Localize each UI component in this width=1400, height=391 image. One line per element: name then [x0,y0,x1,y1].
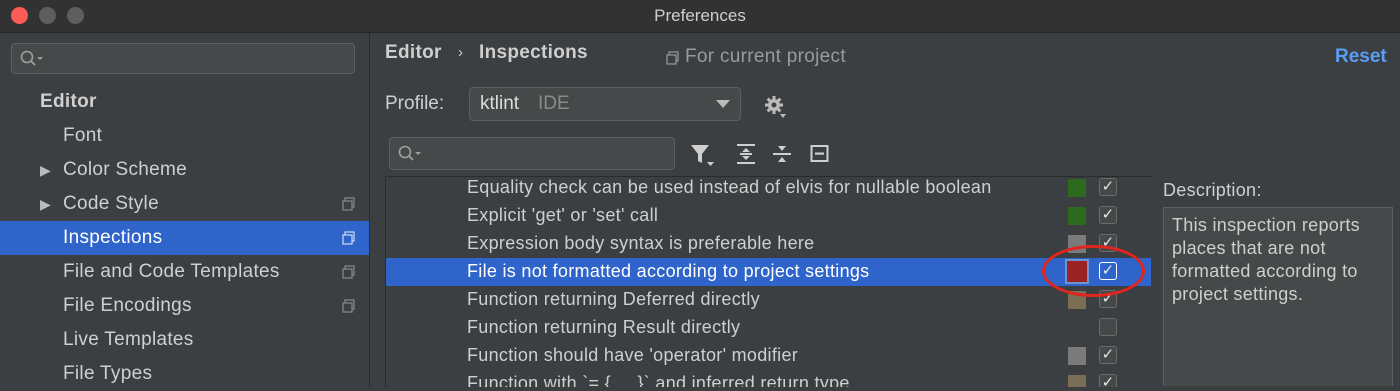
description-text: This inspection reports places that are … [1172,215,1360,304]
description-panel: This inspection reports places that are … [1163,207,1393,386]
project-scope-icon [342,231,355,245]
inspection-label: Function returning Deferred directly [467,289,760,309]
breadcrumb-current: Inspections [479,42,588,63]
inspection-label: Explicit 'get' or 'set' call [467,205,659,225]
inspection-label: Expression body syntax is preferable her… [467,233,815,253]
expand-arrow-icon[interactable]: ▶ [40,153,51,187]
breadcrumb-separator: › [458,44,463,61]
inspection-row[interactable]: Function returning Result directly [386,314,1151,342]
annotation-circle [1042,245,1145,297]
search-icon [398,145,421,161]
inspection-label: Function should have 'operator' modifier [467,345,799,365]
title-bar: Preferences [0,0,1400,33]
sidebar-item-live-templates[interactable]: Live Templates [0,323,369,357]
search-icon [20,50,43,66]
project-scope-icon [666,51,679,65]
breadcrumb-root[interactable]: Editor [385,42,442,64]
collapse-all-icon[interactable] [772,144,792,166]
sidebar-item-inspections[interactable]: Inspections [0,221,369,255]
inspection-row[interactable]: Function should have 'operator' modifier… [386,342,1151,370]
reset-to-empty-icon[interactable] [810,144,830,166]
settings-search-input[interactable] [11,43,355,74]
sidebar-item-label: Font [63,125,103,146]
sidebar-item-code-style[interactable]: ▶ Code Style [0,187,369,221]
sidebar-item-label: Color Scheme [63,159,187,180]
inspection-enabled-checkbox[interactable] [1099,318,1117,336]
inspection-search-input[interactable] [389,137,675,170]
profile-value: ktlint [480,93,520,114]
inspection-tree[interactable]: Equality check can be used instead of el… [385,176,1151,387]
sidebar-item-label: Code Style [63,193,159,214]
sidebar-section-label: Editor [40,91,97,112]
inspection-label: Function with `= { ... }` and inferred r… [467,373,850,387]
profile-scope: IDE [538,93,570,114]
sidebar-item-label: File and Code Templates [63,261,280,282]
inspection-row[interactable]: Function with `= { ... }` and inferred r… [386,370,1151,387]
expand-arrow-icon[interactable]: ▶ [40,187,51,221]
sidebar-item-label: File Encodings [63,295,192,316]
inspection-label: Equality check can be used instead of el… [467,177,992,197]
severity-swatch[interactable] [1068,347,1086,365]
project-scope-icon [342,299,355,313]
reset-link[interactable]: Reset [1335,46,1387,68]
inspection-row[interactable]: Expression body syntax is preferable her… [386,230,1151,258]
inspection-enabled-checkbox[interactable]: ✓ [1099,178,1117,196]
sidebar-item-color-scheme[interactable]: ▶ Color Scheme [0,153,369,187]
window-title: Preferences [654,6,746,25]
inspection-enabled-checkbox[interactable]: ✓ [1099,346,1117,364]
inspection-label: File is not formatted according to proje… [467,261,870,281]
sidebar-section-editor[interactable]: Editor [0,85,369,119]
severity-swatch[interactable] [1068,375,1086,387]
inspection-row[interactable]: File is not formatted according to proje… [386,258,1151,286]
profile-label: Profile: [385,93,445,114]
inspection-label: Function returning Result directly [467,317,741,337]
settings-sidebar: Editor Font ▶ Color Scheme ▶ Code Style Inspe… [0,33,370,386]
project-scope-icon [342,265,355,279]
sidebar-item-file-encodings[interactable]: File Encodings [0,289,369,323]
inspection-row[interactable]: Function returning Deferred directly ✓ [386,286,1151,314]
sidebar-item-font[interactable]: Font [0,119,369,153]
description-label: Description: [1163,180,1262,200]
profile-dropdown[interactable]: ktlint IDE [469,87,741,121]
sidebar-item-label: Inspections [63,227,163,248]
inspection-row[interactable]: Equality check can be used instead of el… [386,177,1151,202]
inspection-enabled-checkbox[interactable]: ✓ [1099,206,1117,224]
severity-swatch[interactable] [1068,207,1086,225]
scope-text: For current project [685,46,846,67]
inspection-row[interactable]: Explicit 'get' or 'set' call ✓ [386,202,1151,230]
inspection-enabled-checkbox[interactable]: ✓ [1099,374,1117,387]
project-scope-icon [342,197,355,211]
severity-swatch[interactable] [1068,179,1086,197]
expand-all-icon[interactable] [736,144,756,166]
sidebar-item-label: Live Templates [63,329,194,350]
filter-icon[interactable] [690,144,716,168]
gear-icon[interactable] [764,95,788,119]
chevron-down-icon [716,100,730,108]
sidebar-item-file-and-code-templates[interactable]: File and Code Templates [0,255,369,289]
